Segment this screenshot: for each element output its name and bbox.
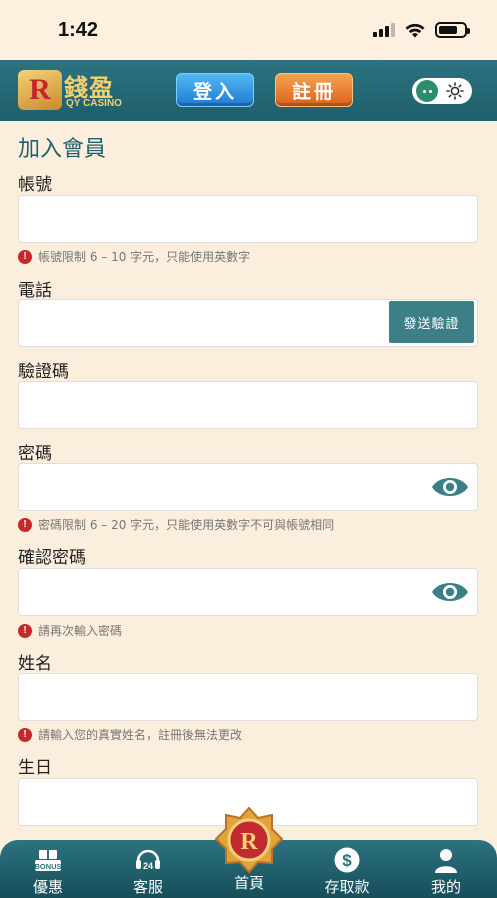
bonus-gift-icon: BONUS: [33, 846, 63, 874]
account-hint: ! 帳號限制 6 – 10 字元，只能使用英數字: [18, 248, 250, 265]
password-hint: ! 密碼限制 6 – 20 字元，只能使用英數字不可與帳號相同: [18, 516, 334, 533]
confirm-password-hint: ! 請再次輸入密碼: [18, 622, 122, 639]
user-profile-icon: [431, 846, 461, 874]
nav-item-profile[interactable]: 我的: [411, 846, 481, 897]
name-hint: ! 請輸入您的真實姓名，註冊後無法更改: [18, 726, 242, 743]
cellular-signal-icon: [373, 23, 395, 37]
app-header: R 錢盈 QY CASINO 登入 註冊: [0, 60, 497, 121]
svg-text:$: $: [342, 851, 352, 870]
error-alert-icon: !: [18, 727, 32, 742]
name-input[interactable]: [18, 673, 478, 721]
register-button[interactable]: 註冊: [275, 73, 353, 107]
show-confirm-password-eye-icon[interactable]: [431, 578, 469, 606]
status-bar: 1:42: [0, 0, 497, 60]
dollar-coin-icon: $: [332, 846, 362, 874]
error-alert-icon: !: [18, 623, 32, 638]
svg-text:24: 24: [143, 861, 153, 871]
nav-label: 我的: [430, 878, 461, 896]
error-alert-icon: !: [18, 517, 32, 532]
verification-code-input[interactable]: [18, 381, 478, 429]
status-time: 1:42: [58, 19, 99, 41]
verification-code-label: 驗證碼: [18, 362, 69, 382]
error-alert-icon: !: [18, 249, 32, 264]
phone-label: 電話: [18, 281, 52, 301]
name-label: 姓名: [18, 654, 52, 674]
account-input[interactable]: [18, 195, 478, 243]
toggle-knob-icon: [416, 80, 438, 102]
logo-subtitle: QY CASINO: [66, 98, 122, 109]
wifi-icon: [405, 23, 425, 38]
name-hint-text: 請輸入您的真實姓名，註冊後無法更改: [38, 728, 243, 742]
nav-label: 客服: [132, 878, 163, 896]
page-title: 加入會員: [18, 137, 107, 162]
account-label: 帳號: [18, 175, 52, 195]
nav-item-bonus[interactable]: BONUS 優惠: [13, 846, 83, 897]
support-24-icon: 24: [133, 846, 163, 874]
sun-icon: [446, 82, 464, 100]
nav-item-support[interactable]: 24 客服: [113, 846, 183, 897]
nav-label: 優惠: [32, 878, 63, 896]
confirm-password-hint-text: 請再次輸入密碼: [38, 624, 123, 638]
send-verification-button[interactable]: 發送驗證: [389, 301, 474, 343]
account-hint-text: 帳號限制 6 – 10 字元，只能使用英數字: [38, 250, 251, 264]
confirm-password-label: 確認密碼: [18, 548, 86, 568]
status-icons: [373, 22, 470, 38]
nav-label: 存取款: [324, 878, 370, 896]
password-label: 密碼: [18, 444, 52, 464]
home-emblem-icon[interactable]: R: [214, 806, 284, 876]
show-password-eye-icon[interactable]: [431, 473, 469, 501]
theme-toggle[interactable]: [412, 78, 472, 104]
confirm-password-input[interactable]: [18, 568, 478, 616]
password-hint-text: 密碼限制 6 – 20 字元，只能使用英數字不可與帳號相同: [38, 518, 335, 532]
logo-icon[interactable]: R: [18, 70, 62, 110]
birthday-label: 生日: [18, 758, 52, 778]
password-input[interactable]: [18, 463, 478, 511]
nav-item-deposit-withdraw[interactable]: $ 存取款: [312, 846, 382, 897]
svg-text:BONUS: BONUS: [34, 862, 61, 871]
battery-icon: [435, 22, 470, 38]
svg-text:R: R: [240, 829, 258, 855]
login-button[interactable]: 登入: [176, 73, 254, 107]
